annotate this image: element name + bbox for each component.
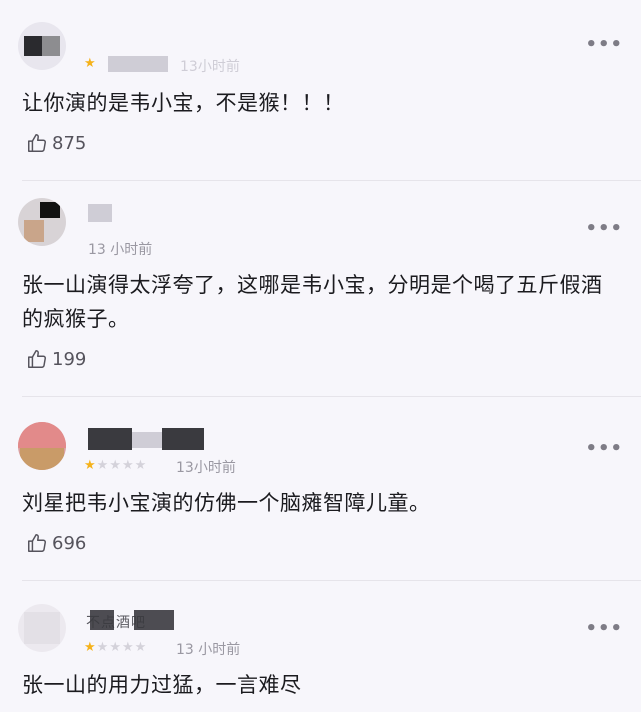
comment-text: 刘星把韦小宝演的仿佛一个脑瘫智障儿童。 bbox=[22, 491, 431, 515]
avatar[interactable] bbox=[18, 604, 66, 652]
comment-item: 13 小时前 ••• 张一山演得太浮夸了，这哪是韦小宝，分明是个喝了五斤假酒的疯… bbox=[0, 182, 641, 397]
thumbs-up-icon bbox=[28, 134, 46, 152]
thumbs-up-icon bbox=[28, 350, 46, 368]
divider bbox=[22, 396, 641, 397]
like-count: 696 bbox=[52, 532, 87, 554]
comment-time: 13小时前 bbox=[180, 59, 240, 75]
star-icon: ★ bbox=[109, 640, 122, 655]
more-dots-icon[interactable]: ••• bbox=[585, 438, 623, 459]
star-icon: ★ bbox=[109, 458, 122, 473]
comment-item: ★ 13小时前 ••• 让你演的是韦小宝，不是猴！！！ 875 bbox=[0, 0, 641, 181]
comment-feed: ★ 13小时前 ••• 让你演的是韦小宝，不是猴！！！ 875 13 小时前 •… bbox=[0, 0, 641, 712]
star-icon: ★ bbox=[121, 458, 135, 473]
more-dots-icon[interactable]: ••• bbox=[585, 618, 623, 639]
comment-time: 13 小时前 bbox=[176, 642, 241, 658]
username-blurred bbox=[132, 432, 162, 448]
star-icon: ★ bbox=[84, 640, 97, 655]
comment-item: ★★★★★ 13小时前 ••• 刘星把韦小宝演的仿佛一个脑瘫智障儿童。 696 bbox=[0, 398, 641, 581]
username-blurred bbox=[162, 428, 204, 450]
star-icon: ★ bbox=[121, 640, 135, 655]
star-rating: ★★★★★ bbox=[84, 458, 147, 473]
star-rating: ★ bbox=[84, 56, 97, 71]
username-blurred[interactable] bbox=[88, 204, 112, 222]
like-button[interactable]: 696 bbox=[26, 532, 86, 554]
comment-text: 张一山演得太浮夸了，这哪是韦小宝，分明是个喝了五斤假酒的疯猴子。 bbox=[22, 273, 603, 331]
username-blurred bbox=[134, 610, 174, 630]
avatar[interactable] bbox=[18, 22, 66, 70]
star-icon: ★ bbox=[96, 458, 110, 473]
like-button[interactable]: 875 bbox=[26, 132, 86, 154]
star-icon: ★ bbox=[96, 640, 110, 655]
thumbs-up-icon bbox=[28, 534, 46, 552]
comment-item: 不点酒吧 ★★★★★ 13 小时前 ••• 张一山的用力过猛，一言难尽 bbox=[0, 584, 641, 712]
comment-time: 13 小时前 bbox=[88, 242, 153, 258]
star-icon: ★ bbox=[134, 458, 148, 473]
divider bbox=[22, 180, 641, 181]
username-blurred bbox=[90, 610, 114, 630]
comment-text: 让你演的是韦小宝，不是猴！！！ bbox=[22, 91, 345, 115]
like-count: 199 bbox=[52, 348, 87, 370]
username-blurred[interactable] bbox=[108, 56, 168, 72]
username-blurred[interactable] bbox=[88, 428, 132, 450]
like-count: 875 bbox=[52, 132, 87, 154]
avatar[interactable] bbox=[18, 198, 66, 246]
more-dots-icon[interactable]: ••• bbox=[585, 34, 623, 55]
comment-time: 13小时前 bbox=[176, 460, 236, 476]
divider bbox=[22, 580, 641, 581]
more-dots-icon[interactable]: ••• bbox=[585, 218, 623, 239]
comment-text: 张一山的用力过猛，一言难尽 bbox=[22, 673, 302, 697]
star-icon: ★ bbox=[134, 640, 148, 655]
star-icon: ★ bbox=[84, 56, 97, 71]
star-rating: ★★★★★ bbox=[84, 640, 147, 655]
avatar[interactable] bbox=[18, 422, 66, 470]
star-icon: ★ bbox=[84, 458, 97, 473]
like-button[interactable]: 199 bbox=[26, 348, 86, 370]
